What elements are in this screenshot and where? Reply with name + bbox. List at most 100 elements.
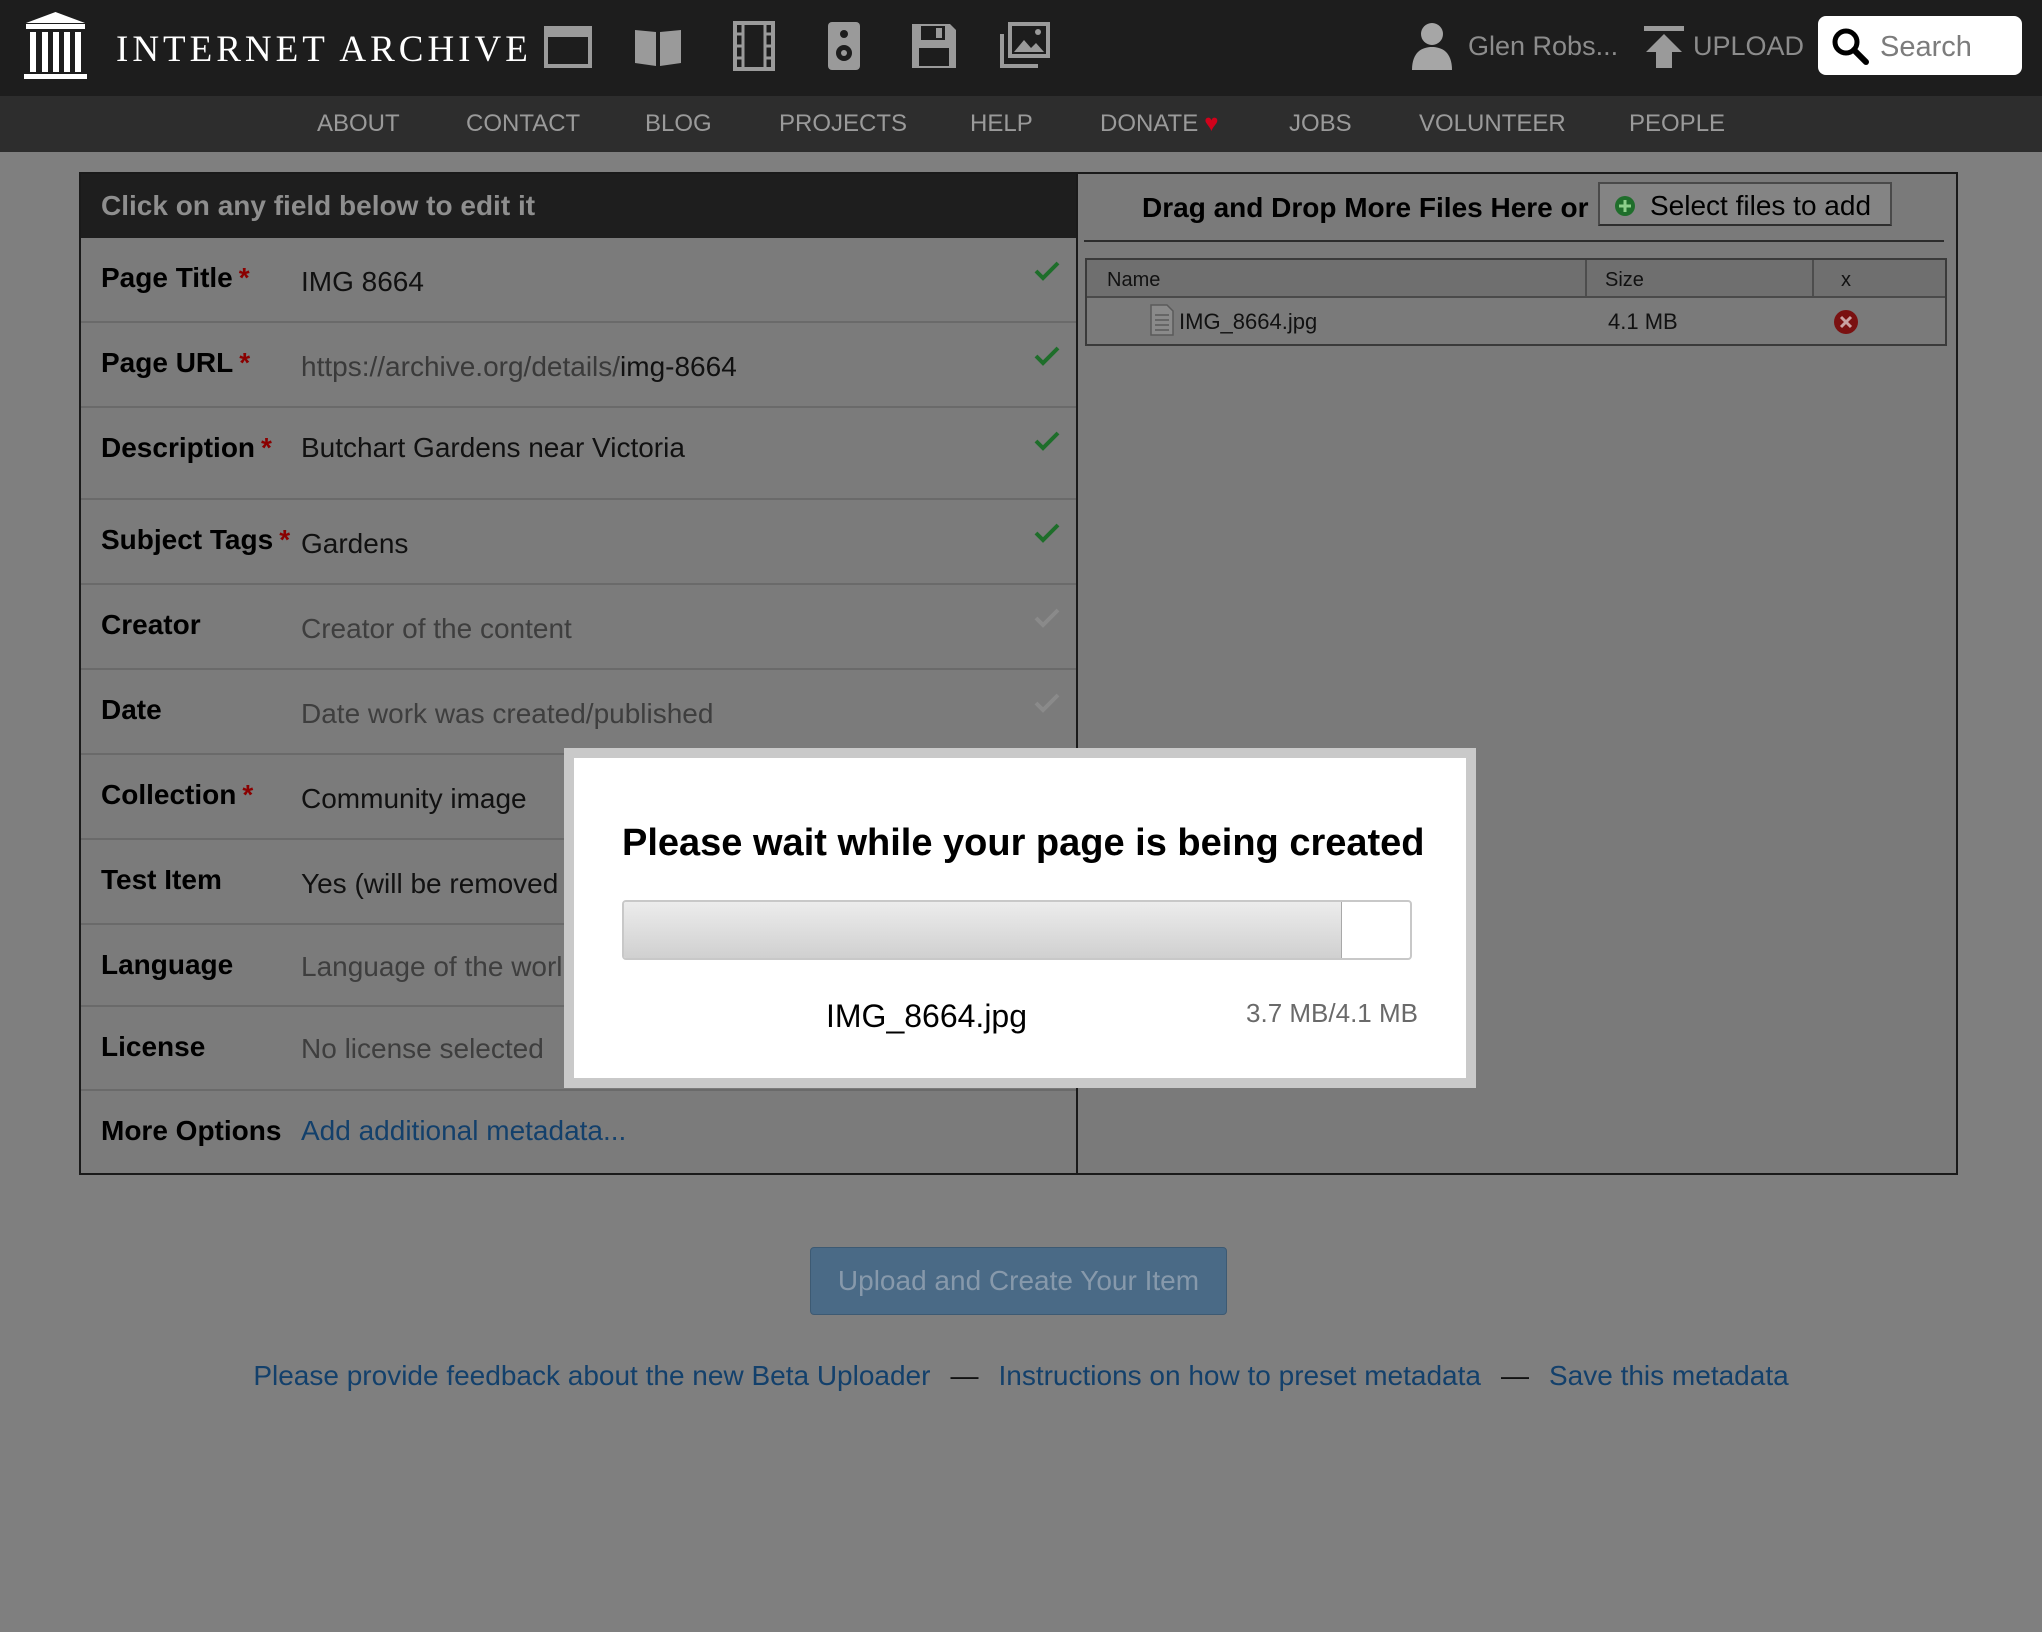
column-separator [1585, 260, 1587, 296]
check-icon [1034, 693, 1060, 713]
column-name: Name [1107, 269, 1161, 291]
file-icon [1150, 304, 1174, 336]
field-label: More Options [101, 1115, 282, 1146]
column-separator [1812, 260, 1814, 296]
field-label: License [101, 1031, 206, 1062]
select-files-button[interactable]: Select files to add [1598, 182, 1892, 226]
progress-fill [624, 902, 1342, 958]
plus-circle-icon [1615, 196, 1635, 216]
footer-links: Please provide feedback about the new Be… [0, 1360, 2042, 1392]
images-icon[interactable] [998, 20, 1050, 72]
required-marker: * [242, 779, 254, 810]
field-more-options: More Options Add additional metadata... [81, 1091, 1076, 1173]
file-size: 4.1 MB [1608, 309, 1678, 334]
creator-placeholder[interactable]: Creator of the content [301, 613, 572, 645]
software-icon[interactable] [908, 20, 960, 72]
search-placeholder: Search [1880, 31, 1972, 63]
video-icon[interactable] [728, 20, 780, 72]
nav-about[interactable]: ABOUT [317, 110, 400, 138]
field-label: Subject Tags * [101, 524, 291, 555]
save-metadata-link[interactable]: Save this metadata [1549, 1360, 1789, 1391]
field-label: Description * [101, 432, 272, 463]
nav-donate-label: DONATE [1100, 110, 1199, 137]
nav-donate[interactable]: DONATE ♥ [1100, 110, 1218, 138]
field-description[interactable]: Description * Butchart Gardens near Victo… [81, 408, 1076, 500]
user-name[interactable]: Glen Robs... [1468, 31, 1618, 62]
field-creator[interactable]: Creator Creator of the content [81, 585, 1076, 670]
audio-icon[interactable] [818, 20, 870, 72]
form-heading: Click on any field below to edit it [81, 174, 1076, 238]
field-page-url[interactable]: Page URL * https://archive.org/details/im… [81, 323, 1076, 408]
separator: — [1500, 1360, 1529, 1391]
select-files-label: Select files to add [1650, 190, 1872, 221]
check-icon [1034, 523, 1060, 543]
top-bar: INTERNET ARCHIVE Glen Robs... UPLOAD Sea… [0, 0, 2042, 96]
language-placeholder[interactable]: Language of the worl [301, 951, 563, 983]
field-label: Page Title * [101, 262, 250, 293]
column-size: Size [1605, 269, 1644, 291]
nav-projects[interactable]: PROJECTS [779, 110, 907, 138]
field-date[interactable]: Date Date work was created/published [81, 670, 1076, 755]
drop-zone-text[interactable]: Drag and Drop More Files Here or [1142, 192, 1589, 224]
nav-volunteer[interactable]: VOLUNTEER [1419, 110, 1566, 138]
nav-blog[interactable]: BLOG [645, 110, 712, 138]
required-marker: * [279, 524, 291, 555]
check-icon [1034, 261, 1060, 281]
nav-contact[interactable]: CONTACT [466, 110, 580, 138]
field-subject-tags[interactable]: Subject Tags * Gardens [81, 500, 1076, 585]
check-icon [1034, 608, 1060, 628]
brand-name[interactable]: INTERNET ARCHIVE [116, 28, 532, 71]
field-page-title[interactable]: Page Title * IMG 8664 [81, 238, 1076, 323]
separator: — [950, 1360, 979, 1391]
upload-icon[interactable] [1642, 24, 1686, 70]
user-avatar-icon[interactable] [1410, 20, 1454, 70]
modal-title: Please wait while your page is being cre… [622, 822, 1425, 864]
subject-tags-value[interactable]: Gardens [301, 528, 408, 560]
nav-people[interactable]: PEOPLE [1629, 110, 1725, 138]
add-metadata-link[interactable]: Add additional metadata... [301, 1115, 626, 1147]
texts-icon[interactable] [632, 20, 684, 72]
search-icon[interactable] [1830, 26, 1870, 66]
nav-jobs[interactable]: JOBS [1289, 110, 1352, 138]
internet-archive-logo[interactable] [22, 10, 89, 81]
secondary-nav: ABOUT CONTACT BLOG PROJECTS HELP DONATE ♥… [0, 96, 2042, 152]
instructions-link[interactable]: Instructions on how to preset metadata [998, 1360, 1481, 1391]
required-marker: * [239, 347, 251, 378]
page-title-value[interactable]: IMG 8664 [301, 266, 424, 298]
field-label: Date [101, 694, 162, 725]
required-marker: * [238, 262, 250, 293]
upload-progress-bar [622, 900, 1412, 960]
remove-file-icon[interactable] [1833, 309, 1859, 335]
field-label: Page URL * [101, 347, 251, 378]
license-placeholder[interactable]: No license selected [301, 1033, 544, 1065]
feedback-link[interactable]: Please provide feedback about the new Be… [253, 1360, 930, 1391]
url-slug: img-8664 [620, 351, 737, 382]
page-url-value[interactable]: https://archive.org/details/img-8664 [301, 351, 737, 383]
uploading-file-name: IMG_8664.jpg [826, 998, 1028, 1034]
description-value[interactable]: Butchart Gardens near Victoria [301, 432, 685, 464]
file-table: Name Size x IMG_8664.jpg 4.1 MB [1085, 258, 1947, 346]
field-label: Creator [101, 609, 201, 640]
web-icon[interactable] [542, 20, 594, 72]
check-icon [1034, 346, 1060, 366]
table-header: Name Size x [1087, 260, 1945, 298]
field-label: Test Item [101, 864, 222, 895]
heart-icon: ♥ [1204, 110, 1219, 137]
search-input[interactable]: Search [1818, 16, 2022, 75]
field-label: Collection * [101, 779, 254, 810]
upload-link[interactable]: UPLOAD [1693, 31, 1804, 62]
nav-help[interactable]: HELP [970, 110, 1033, 138]
column-remove: x [1841, 269, 1851, 291]
test-item-value[interactable]: Yes (will be removed [301, 868, 558, 900]
check-icon [1034, 431, 1060, 451]
upload-create-button[interactable]: Upload and Create Your Item [810, 1247, 1227, 1315]
progress-modal: Please wait while your page is being cre… [564, 748, 1476, 1088]
date-placeholder[interactable]: Date work was created/published [301, 698, 713, 730]
url-prefix: https://archive.org/details/ [301, 351, 621, 382]
divider [1084, 240, 1944, 242]
file-name: IMG_8664.jpg [1179, 309, 1318, 334]
upload-size-progress: 3.7 MB/4.1 MB [1246, 998, 1418, 1028]
field-label: Language [101, 949, 234, 980]
required-marker: * [261, 432, 272, 463]
collection-value[interactable]: Community image [301, 783, 527, 815]
